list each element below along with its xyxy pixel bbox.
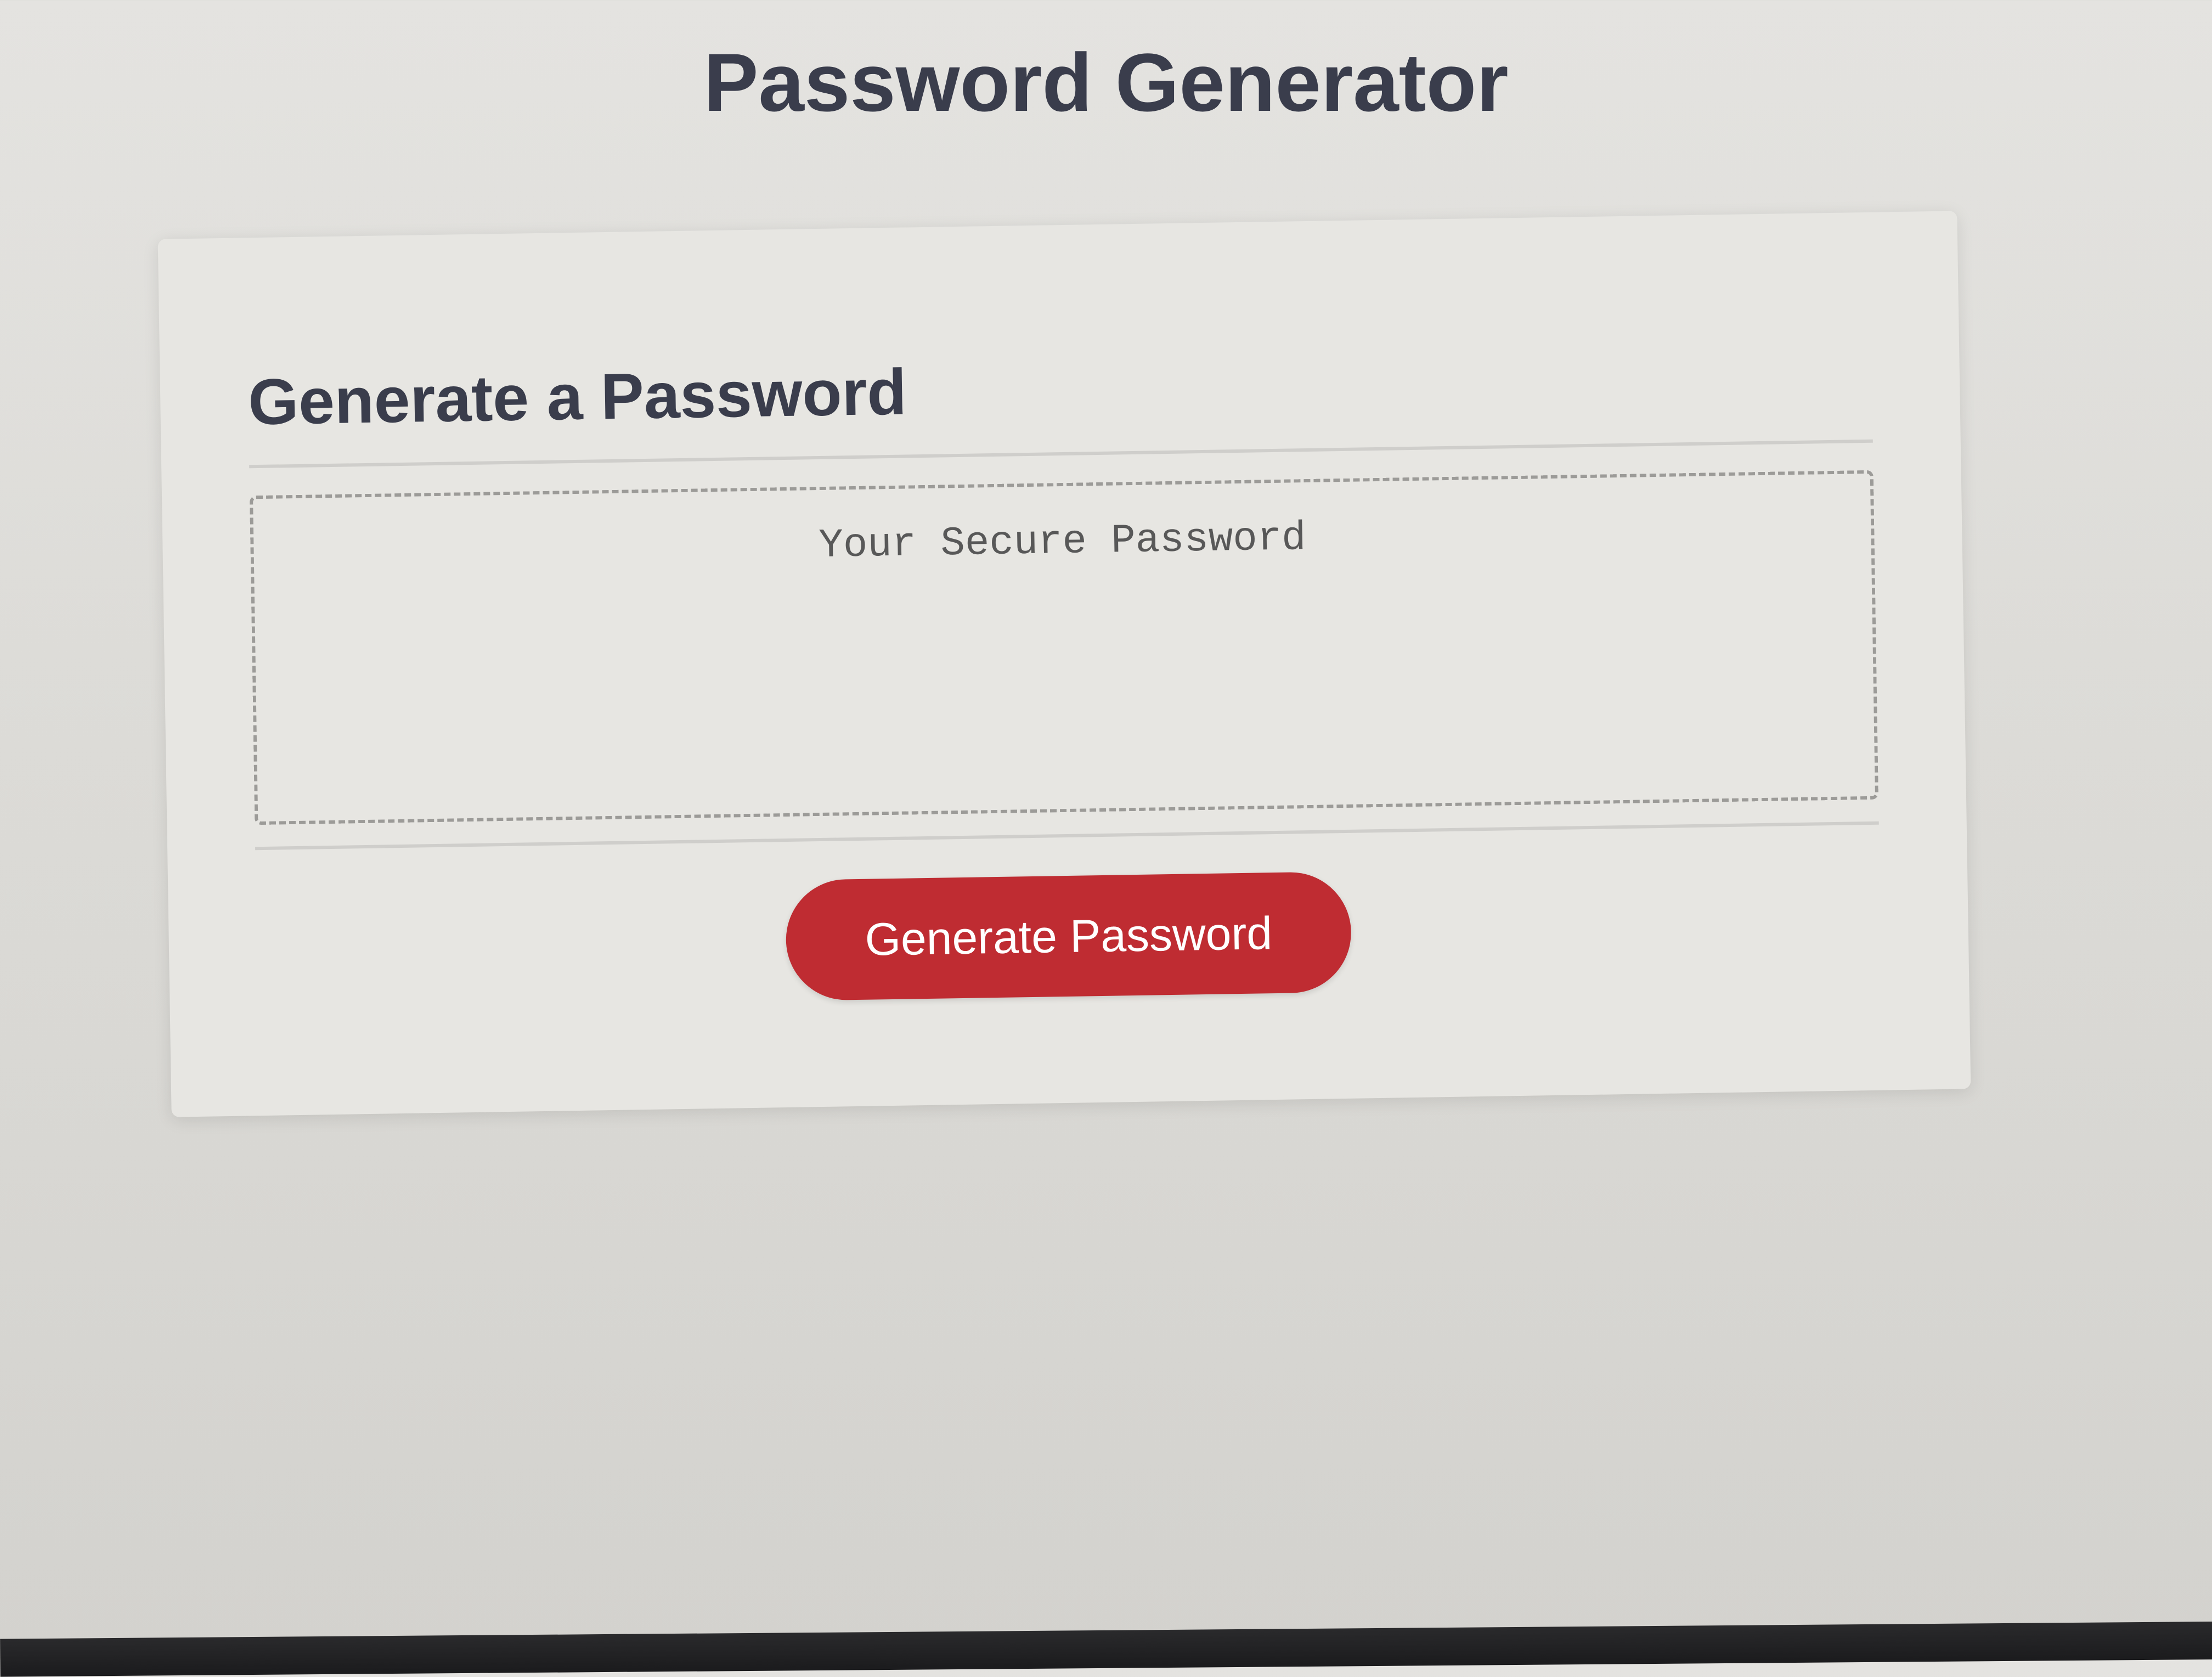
generate-password-button[interactable]: Generate Password	[785, 871, 1352, 1001]
card-body	[249, 470, 1879, 825]
page-title: Password Generator	[703, 36, 1509, 128]
card-footer: Generate Password	[255, 821, 1882, 1012]
monitor-bezel	[0, 1622, 2212, 1677]
password-output-field[interactable]	[249, 470, 1879, 825]
card-header: Generate a Password	[247, 333, 1873, 469]
password-card: Generate a Password Generate Password	[157, 211, 1971, 1117]
card-heading: Generate a Password	[247, 356, 907, 439]
